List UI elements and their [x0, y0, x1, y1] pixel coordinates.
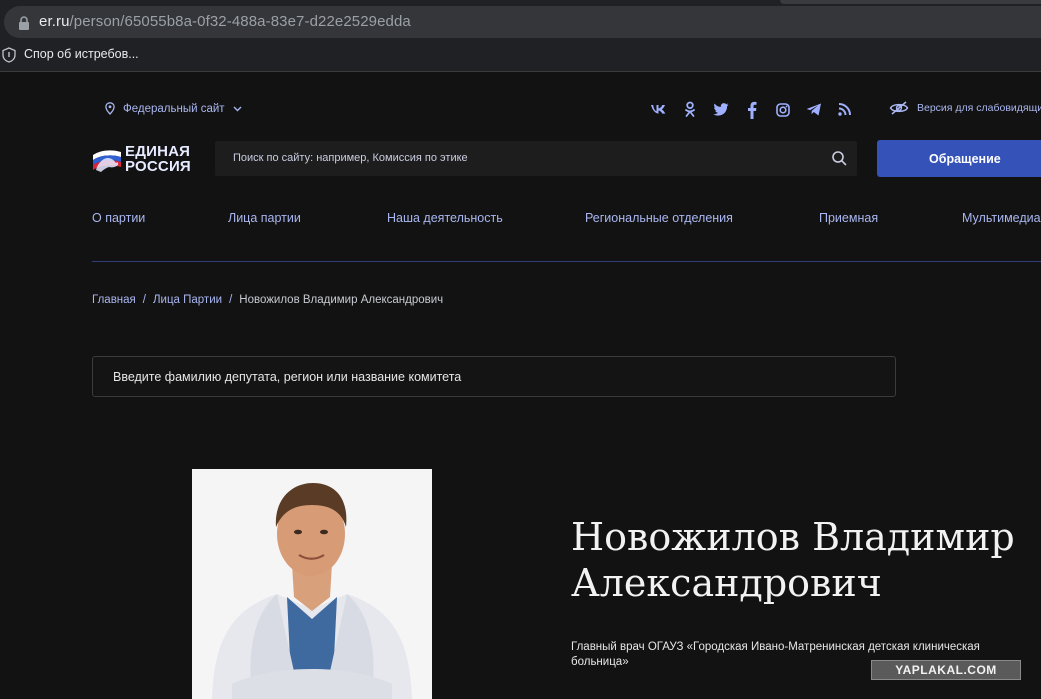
rss-icon[interactable] [836, 101, 853, 118]
person-name-line-1: Новожилов Владимир [571, 515, 1015, 559]
facebook-icon[interactable] [743, 101, 760, 119]
address-url[interactable]: er.ru/person/65055b8a-0f32-488a-83e7-d22… [39, 13, 411, 30]
logo-line-1: ЕДИНАЯ [125, 143, 191, 160]
tab-strip-edge [780, 0, 1041, 4]
logo-text: ЕДИНАЯ РОССИЯ [125, 144, 191, 174]
url-path: /person/65055b8a-0f32-488a-83e7-d22e2529… [69, 13, 411, 30]
breadcrumb-separator: / [142, 294, 146, 306]
region-selector[interactable]: Федеральный сайт [105, 102, 242, 115]
nav-item-regions[interactable]: Региональные отделения [585, 211, 733, 225]
site-search-input[interactable]: Поиск по сайту: например, Комиссия по эт… [215, 141, 857, 176]
nav-item-activity[interactable]: Наша деятельность [387, 211, 503, 225]
site-search-placeholder: Поиск по сайту: например, Комиссия по эт… [233, 152, 468, 164]
twitter-icon[interactable] [712, 101, 729, 118]
search-icon[interactable] [831, 150, 847, 166]
breadcrumb-separator: / [229, 294, 233, 306]
deputy-search-placeholder: Введите фамилию депутата, регион или наз… [113, 370, 462, 384]
shield-icon [2, 47, 16, 63]
lock-icon[interactable] [18, 16, 30, 30]
breadcrumb-home[interactable]: Главная [92, 294, 136, 306]
nav-item-reception[interactable]: Приемная [819, 211, 878, 225]
nav-item-people[interactable]: Лица партии [228, 211, 301, 225]
breadcrumb-section[interactable]: Лица Партии [153, 294, 222, 306]
person-name: Новожилов Владимир Александрович [571, 514, 1041, 606]
bookmark-item[interactable]: Спор об истребов... [24, 47, 139, 61]
breadcrumb: Главная / Лица Партии / Новожилов Владим… [92, 294, 443, 306]
bear-flag-icon [93, 150, 121, 172]
person-photo [192, 469, 432, 699]
social-links [650, 101, 853, 119]
site: Федеральный сайт Версия для слабовидящих [0, 73, 1041, 699]
url-host: er.ru [39, 13, 70, 30]
logo-line-2: РОССИЯ [125, 158, 191, 175]
odnoklassniki-icon[interactable] [681, 101, 698, 118]
watermark: YAPLAKAL.COM [871, 660, 1021, 680]
instagram-icon[interactable] [774, 101, 791, 118]
nav-item-about[interactable]: О партии [92, 211, 145, 225]
party-logo[interactable]: ЕДИНАЯ РОССИЯ [92, 144, 202, 174]
telegram-icon[interactable] [805, 101, 822, 118]
eye-off-icon [889, 101, 909, 115]
vk-icon[interactable] [650, 101, 667, 118]
deputy-search-input[interactable]: Введите фамилию депутата, регион или наз… [92, 356, 896, 397]
browser-url-bar: er.ru/person/65055b8a-0f32-488a-83e7-d22… [0, 0, 1041, 44]
nav-divider [92, 261, 1041, 262]
chevron-down-icon [233, 106, 242, 111]
region-label: Федеральный сайт [123, 102, 225, 115]
low-vision-label: Версия для слабовидящих [917, 102, 1041, 114]
appeal-button[interactable]: Обращение [877, 140, 1041, 177]
nav-item-multimedia[interactable]: Мультимедиа [962, 211, 1041, 225]
breadcrumb-current: Новожилов Владимир Александрович [239, 294, 444, 306]
location-pin-icon [105, 102, 115, 115]
main-nav: О партии Лица партии Наша деятельность Р… [92, 211, 1041, 231]
person-name-line-2: Александрович [571, 561, 882, 605]
bookmarks-bar: Спор об истребов... [0, 44, 1041, 72]
low-vision-version-link[interactable]: Версия для слабовидящих [889, 101, 1041, 115]
